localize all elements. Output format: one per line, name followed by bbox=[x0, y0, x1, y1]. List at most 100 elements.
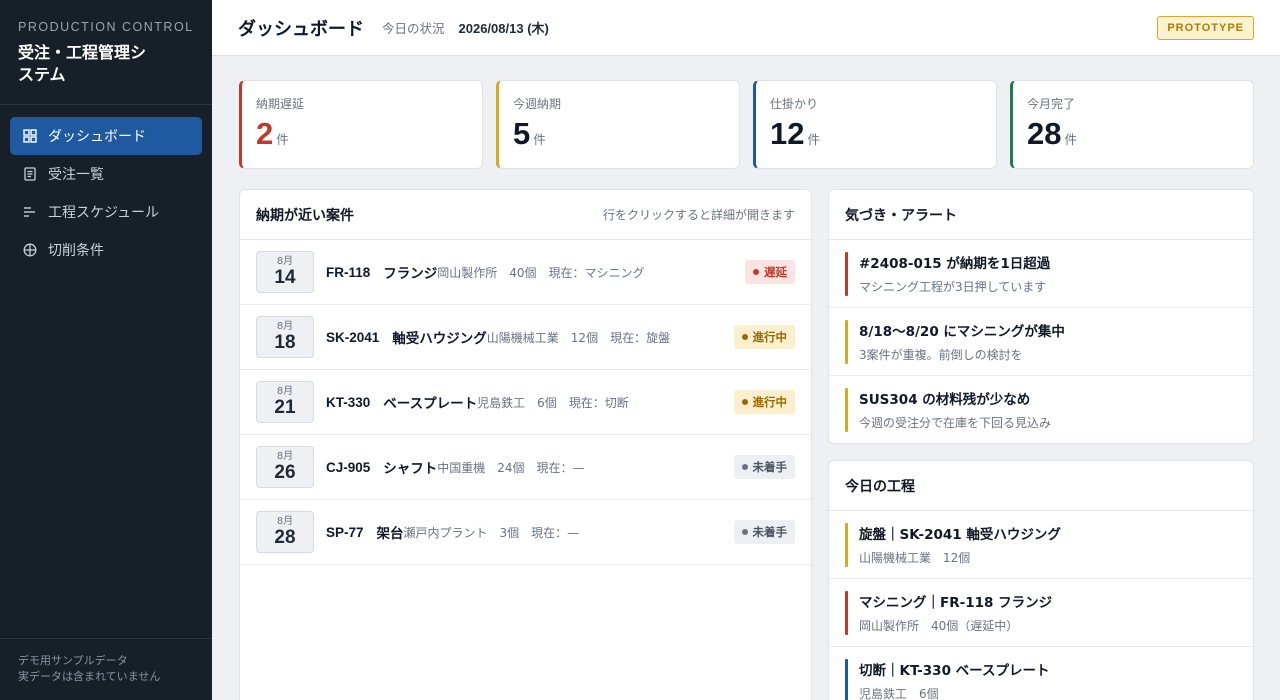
status-dot-icon bbox=[753, 269, 759, 275]
accent-bar bbox=[845, 388, 848, 432]
table-row[interactable]: 8月 21 KT-330 ベースプレート 児島鉄工 6個 現在：切断 進行中 bbox=[240, 370, 811, 435]
status-badge: 進行中 bbox=[733, 325, 795, 349]
stat-unit: 件 bbox=[807, 132, 820, 147]
order-meta: 児島鉄工 6個 現在：切断 bbox=[477, 395, 629, 410]
stat-card: 今週納期 5 件 bbox=[496, 80, 740, 169]
sidebar-item-schedule[interactable]: 工程スケジュール bbox=[10, 193, 202, 231]
footer-line: 実データは含まれていません bbox=[18, 670, 161, 683]
due-date: 8月 26 bbox=[256, 446, 314, 488]
order-code: KT-330 bbox=[326, 394, 371, 410]
due-day: 14 bbox=[274, 267, 296, 288]
order-code: SP-77 bbox=[326, 524, 364, 540]
alert-item[interactable]: SUS304 の材料残が少なめ 今週の受注分で在庫を下回る見込み bbox=[829, 376, 1253, 443]
top-header: ダッシュボード 今日の状況 2026/08/13 (木) PROTOTYPE bbox=[212, 0, 1280, 56]
accent-bar bbox=[845, 591, 848, 635]
accent-bar bbox=[845, 523, 848, 567]
stat-number: 5 bbox=[513, 116, 531, 151]
due-day: 18 bbox=[274, 332, 296, 353]
sidebar-item-label: ダッシュボード bbox=[48, 129, 146, 145]
stat-card: 納期遅延 2 件 bbox=[239, 80, 483, 169]
due-date: 8月 14 bbox=[256, 251, 314, 293]
stat-label: 納期遅延 bbox=[256, 97, 305, 111]
status-label: 進行中 bbox=[752, 330, 788, 344]
order-meta: 岡山製作所 40個 現在：マシニング bbox=[437, 265, 645, 280]
footer-line: デモ用サンプルデータ bbox=[18, 654, 128, 667]
brand: PRODUCTION CONTROL 受注・工程管理システム bbox=[0, 0, 212, 105]
table-row[interactable]: 8月 14 FR-118 フランジ 岡山製作所 40個 現在：マシニング 遅延 bbox=[240, 240, 811, 305]
status-badge: 未着手 bbox=[733, 520, 795, 544]
sidebar-footer: デモ用サンプルデータ 実データは含まれていません bbox=[0, 638, 212, 700]
item-subtext: 岡山製作所 40個（遅延中） bbox=[859, 619, 1019, 633]
status-badge: 進行中 bbox=[733, 390, 795, 414]
stat-label: 今週納期 bbox=[513, 97, 562, 111]
status-label: 進行中 bbox=[752, 395, 788, 409]
page-title: ダッシュボード bbox=[238, 18, 364, 40]
process-item[interactable]: 旋盤｜SK-2041 軸受ハウジング 山陽機械工業 12個 bbox=[829, 511, 1253, 579]
item-subtext: 今週の受注分で在庫を下回る見込み bbox=[859, 416, 1052, 430]
stat-unit: 件 bbox=[533, 132, 546, 147]
order-meta: 中国重機 24個 現在：— bbox=[437, 460, 585, 475]
order-meta: 瀬戸内プラント 3個 現在：— bbox=[403, 525, 580, 540]
item-title: マシニング｜FR-118 フランジ bbox=[859, 595, 1053, 611]
part-name: 架台 bbox=[376, 526, 404, 542]
due-date: 8月 21 bbox=[256, 381, 314, 423]
due-month: 8月 bbox=[276, 321, 294, 332]
part-name: 軸受ハウジング bbox=[392, 331, 487, 347]
status-dot-icon bbox=[741, 464, 748, 470]
status-dot-icon bbox=[741, 334, 748, 340]
alert-item[interactable]: 8/18〜8/20 にマシニングが集中 3案件が重複。前倒しの検討を bbox=[829, 308, 1253, 376]
crosshair-icon bbox=[22, 242, 38, 258]
stat-label: 今月完了 bbox=[1027, 97, 1076, 111]
item-title: 切断｜KT-330 ベースプレート bbox=[859, 663, 1050, 679]
part-name: シャフト bbox=[383, 461, 438, 477]
today-process-panel: 今日の工程 旋盤｜SK-2041 軸受ハウジング 山陽機械工業 12個 マシニング｜… bbox=[828, 460, 1254, 700]
alert-panel: 気づき・アラート #2408-015 が納期を1日超過 マシニング工程が3日押して… bbox=[828, 189, 1254, 444]
sidebar-item-label: 工程スケジュール bbox=[48, 205, 160, 221]
alert-list: #2408-015 が納期を1日超過 マシニング工程が3日押しています 8/18〜8… bbox=[829, 240, 1253, 443]
part-name: フランジ bbox=[383, 266, 438, 282]
table-row[interactable]: 8月 28 SP-77 架台 瀬戸内プラント 3個 現在：— 未着手 bbox=[240, 500, 811, 565]
stat-number: 12 bbox=[770, 116, 805, 151]
process-item[interactable]: マシニング｜FR-118 フランジ 岡山製作所 40個（遅延中） bbox=[829, 579, 1253, 647]
due-month: 8月 bbox=[276, 451, 294, 462]
panel-header: 今日の工程 bbox=[829, 461, 1253, 511]
sidebar-item-label: 受注一覧 bbox=[48, 167, 104, 183]
alert-item[interactable]: #2408-015 が納期を1日超過 マシニング工程が3日押しています bbox=[829, 240, 1253, 308]
panel-title: 今日の工程 bbox=[845, 478, 915, 495]
document-icon bbox=[22, 166, 38, 182]
sidebar: PRODUCTION CONTROL 受注・工程管理システム ダッシュボード 受… bbox=[0, 0, 212, 700]
stat-number: 28 bbox=[1027, 116, 1062, 151]
table-row[interactable]: 8月 26 CJ-905 シャフト 中国重機 24個 現在：— 未着手 bbox=[240, 435, 811, 500]
panel-header: 気づき・アラート bbox=[829, 190, 1253, 240]
panel-header: 納期が近い案件 行をクリックすると詳細が開きます bbox=[240, 190, 811, 240]
sidebar-item-dashboard[interactable]: ダッシュボード bbox=[10, 117, 202, 155]
panel-title: 納期が近い案件 bbox=[256, 207, 354, 224]
stat-unit: 件 bbox=[1064, 132, 1077, 147]
status-dot-icon bbox=[741, 399, 748, 405]
panel-title: 気づき・アラート bbox=[845, 207, 957, 224]
panel-hint: 行をクリックすると詳細が開きます bbox=[602, 208, 795, 222]
process-list: 旋盤｜SK-2041 軸受ハウジング 山陽機械工業 12個 マシニング｜FR-118… bbox=[829, 511, 1253, 700]
status-label: 未着手 bbox=[752, 525, 788, 539]
stat-value: 28 件 bbox=[1027, 116, 1253, 152]
item-title: 8/18〜8/20 にマシニングが集中 bbox=[859, 324, 1065, 340]
due-date: 8月 18 bbox=[256, 316, 314, 358]
order-code: CJ-905 bbox=[326, 459, 371, 475]
item-title: #2408-015 が納期を1日超過 bbox=[859, 256, 1051, 272]
brand-title: 受注・工程管理システム bbox=[18, 43, 147, 84]
item-subtext: 児島鉄工 6個 bbox=[859, 687, 939, 700]
due-month: 8月 bbox=[276, 386, 294, 397]
dashboard-icon bbox=[22, 128, 38, 144]
table-row[interactable]: 8月 18 SK-2041 軸受ハウジング 山陽機械工業 12個 現在：旋盤 進行中 bbox=[240, 305, 811, 370]
process-item[interactable]: 切断｜KT-330 ベースプレート 児島鉄工 6個 bbox=[829, 647, 1253, 700]
stat-value: 2件 bbox=[256, 116, 482, 152]
today-date: 2026/08/13 (木) bbox=[458, 21, 549, 36]
accent-bar bbox=[845, 252, 848, 296]
sidebar-item-cutting[interactable]: 切削条件 bbox=[10, 231, 202, 269]
sidebar-item-orders[interactable]: 受注一覧 bbox=[10, 155, 202, 193]
item-subtext: マシニング工程が3日押しています bbox=[859, 280, 1047, 294]
stat-unit: 件 bbox=[276, 132, 289, 147]
due-day: 26 bbox=[274, 462, 296, 483]
status-label: 未着手 bbox=[752, 460, 788, 474]
due-list: 8月 14 FR-118 フランジ 岡山製作所 40個 現在：マシニング 遅延 8月 18 SK… bbox=[240, 240, 811, 565]
